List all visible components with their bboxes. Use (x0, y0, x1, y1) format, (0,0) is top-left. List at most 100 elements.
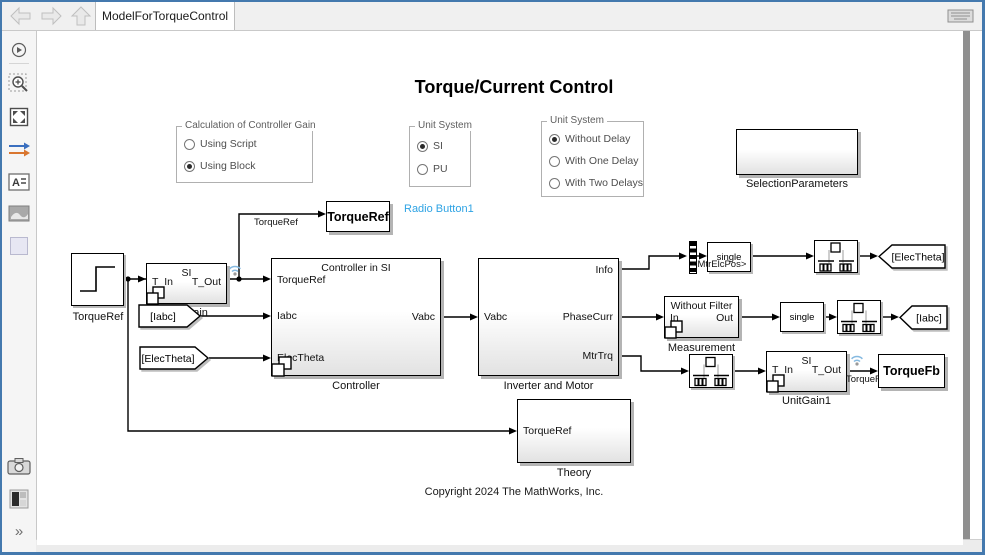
port-label: Vabc (484, 311, 507, 323)
goto-torqueref-block[interactable]: TorqueRef (326, 201, 390, 232)
radio-button1-annotation[interactable]: Radio Button1 (404, 203, 474, 215)
inverter-and-motor-block[interactable]: Vabc Info PhaseCurr MtrTrq (478, 258, 619, 376)
controller-block[interactable]: Controller in SI TorqueRef Iabc ElecThet… (271, 258, 441, 376)
model-canvas[interactable]: Torque/Current Control Radio Button1 Cop… (37, 31, 963, 545)
measurement-block[interactable]: Without Filter In Out (664, 296, 739, 338)
port-label: Iabc (277, 310, 297, 322)
radio-option[interactable]: Using Script (184, 138, 257, 150)
show-explorer-icon[interactable] (10, 41, 28, 59)
block-header: Without Filter (665, 300, 738, 312)
unitgain-block[interactable]: SI T_In T_Out (146, 263, 227, 304)
radio-group-unit-system-si: Unit System SI PU (409, 126, 471, 187)
annotation-icon[interactable]: A (8, 173, 30, 191)
signal-arrows-icon[interactable] (7, 141, 31, 159)
tag-label: [ElecTheta] (141, 353, 194, 365)
radio-label: With Two Delays (565, 177, 643, 189)
signal-logging-icon[interactable] (849, 353, 865, 367)
palette-separator (9, 63, 29, 64)
radio-option[interactable]: Without Delay (549, 133, 630, 145)
back-button[interactable] (8, 5, 34, 27)
screenshot-camera-icon[interactable] (7, 457, 31, 475)
image-icon[interactable] (8, 205, 30, 222)
block-name: Theory (517, 467, 631, 479)
port-label: Vabc (412, 311, 435, 323)
radio-label: SI (433, 140, 443, 152)
radio-circle-selected[interactable] (417, 141, 428, 152)
radio-circle[interactable] (549, 178, 560, 189)
signal-wire[interactable] (619, 356, 683, 371)
from-electheta-tag[interactable]: [ElecTheta] (139, 346, 210, 375)
goto-torquefb-block[interactable]: TorqueFb (878, 354, 945, 388)
selection-parameters-block[interactable] (736, 129, 858, 175)
tag-label: [Iabc] (150, 311, 176, 323)
radio-label: With One Delay (565, 155, 639, 167)
rate-transition-icon (690, 355, 732, 387)
block-name: Measurement (664, 342, 739, 354)
block-name: TorqueRef (57, 311, 139, 323)
model-title: Torque/Current Control (314, 77, 714, 98)
fit-to-view-icon[interactable] (9, 107, 29, 127)
radio-option[interactable]: PU (417, 163, 448, 175)
radio-circle-selected[interactable] (549, 134, 560, 145)
data-type-conversion-block[interactable]: single (780, 302, 824, 332)
unitgain1-block[interactable]: SI T_In T_Out (766, 351, 847, 392)
port-label: T_Out (812, 364, 841, 376)
viewmarks-icon[interactable] (9, 489, 29, 509)
radio-circle[interactable] (184, 139, 195, 150)
block-name: Inverter and Motor (478, 380, 619, 392)
radio-group-title: Unit System (547, 115, 607, 126)
step-icon (72, 254, 123, 305)
radio-circle[interactable] (417, 164, 428, 175)
theory-block[interactable]: TorqueRef (517, 399, 631, 463)
rate-transition-icon (838, 301, 880, 333)
variant-badge-icon (765, 374, 787, 394)
keyboard-icon[interactable] (947, 7, 974, 25)
canvas-palette: A » (2, 31, 37, 552)
step-source-block[interactable] (71, 253, 124, 306)
block-name: UnitGain1 (766, 395, 847, 407)
forward-button[interactable] (38, 5, 64, 27)
conversion-label: single (790, 312, 815, 323)
port-label: MtrTrq (582, 350, 613, 362)
rate-transition-block[interactable] (837, 300, 881, 334)
variant-badge-icon (145, 286, 167, 306)
rate-transition-block[interactable] (689, 354, 733, 388)
radio-label: PU (433, 163, 448, 175)
goto-iabc-tag[interactable]: [Iabc] (899, 305, 949, 335)
rate-transition-icon (815, 241, 857, 272)
expand-palette-icon[interactable]: » (15, 523, 23, 540)
radio-option[interactable]: With Two Delays (549, 177, 643, 189)
model-tab[interactable]: ModelForTorqueControl (95, 2, 235, 30)
port-label: PhaseCurr (563, 311, 613, 323)
radio-option[interactable]: SI (417, 140, 443, 152)
radio-label: Using Script (200, 138, 257, 150)
port-label: TorqueRef (523, 425, 571, 437)
simulink-window: ModelForTorqueControl (0, 0, 985, 555)
block-header: Controller in SI (272, 262, 440, 274)
radio-option[interactable]: Using Block (184, 160, 255, 172)
block-name: SelectionParameters (736, 178, 858, 190)
from-iabc-tag[interactable]: [Iabc] (138, 304, 202, 333)
signal-logging-icon[interactable] (227, 263, 243, 277)
radio-label: Using Block (200, 160, 255, 172)
port-label: T_Out (192, 276, 221, 288)
rate-transition-block[interactable] (814, 240, 858, 273)
port-label: Info (595, 264, 613, 276)
goto-electheta-tag[interactable]: [ElecTheta] (878, 244, 947, 274)
radio-group-title: Calculation of Controller Gain (182, 120, 319, 131)
zoom-in-icon[interactable] (8, 73, 30, 95)
variant-badge-icon (270, 356, 294, 378)
model-tab-label: ModelForTorqueControl (102, 9, 228, 23)
up-to-parent-button[interactable] (68, 5, 94, 27)
port-label: Out (716, 312, 733, 324)
signal-label-mtrelcpos: <MtrElcPos> (692, 259, 746, 270)
signal-wire[interactable] (619, 256, 681, 269)
area-icon[interactable] (10, 237, 28, 255)
radio-circle-selected[interactable] (184, 161, 195, 172)
goto-label: TorqueRef (327, 210, 389, 224)
radio-option[interactable]: With One Delay (549, 155, 639, 167)
variant-badge-icon (663, 320, 685, 340)
block-name: Controller (271, 380, 441, 392)
radio-circle[interactable] (549, 156, 560, 167)
radio-group-unit-system-delay: Unit System Without Delay With One Delay… (541, 121, 644, 197)
